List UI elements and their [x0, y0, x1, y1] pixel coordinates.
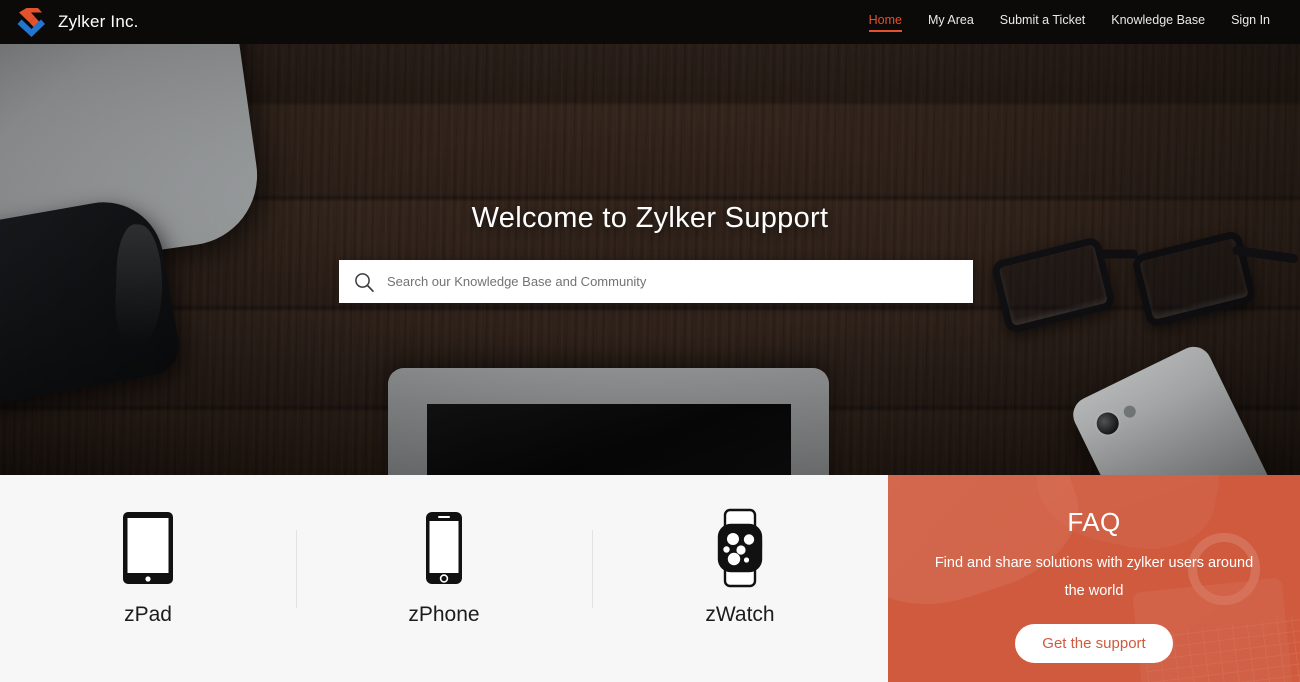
search-bar[interactable]: [339, 260, 973, 303]
hero-content: Welcome to Zylker Support: [0, 44, 1300, 475]
nav-item-submit-a-ticket[interactable]: Submit a Ticket: [1000, 13, 1085, 32]
faq-title: FAQ: [1067, 507, 1121, 537]
product-label: zPad: [124, 603, 172, 626]
get-the-support-button[interactable]: Get the support: [1015, 623, 1173, 663]
product-category-list: zPad zPhone zWatch: [0, 475, 888, 682]
search-icon: [353, 271, 375, 293]
top-navigation-bar: Zylker Inc. Home My Area Submit a Ticket…: [0, 0, 1300, 44]
product-label: zPhone: [408, 603, 480, 626]
brand-name: Zylker Inc.: [58, 12, 139, 31]
nav-item-knowledge-base[interactable]: Knowledge Base: [1111, 13, 1205, 32]
hero-section: Welcome to Zylker Support: [0, 44, 1300, 475]
nav-item-home[interactable]: Home: [868, 13, 903, 32]
brand[interactable]: Zylker Inc.: [12, 5, 139, 39]
lower-section: zPad zPhone zWatch FAQ Find and share so…: [0, 475, 1300, 682]
page-title: Welcome to Zylker Support: [471, 202, 829, 234]
product-zpad[interactable]: zPad: [0, 475, 296, 682]
search-input[interactable]: [387, 274, 959, 289]
product-label: zWatch: [705, 603, 775, 626]
faq-content: FAQ Find and share solutions with zylker…: [888, 475, 1300, 682]
product-zwatch[interactable]: zWatch: [592, 475, 888, 682]
product-zphone[interactable]: zPhone: [296, 475, 592, 682]
smartwatch-icon: [711, 507, 769, 589]
faq-panel: FAQ Find and share solutions with zylker…: [888, 475, 1300, 682]
support-portal-page: Zylker Inc. Home My Area Submit a Ticket…: [0, 0, 1300, 682]
zylker-diamond-logo-icon: [12, 5, 48, 39]
nav-item-sign-in[interactable]: Sign In: [1231, 13, 1270, 32]
nav-item-my-area[interactable]: My Area: [928, 13, 974, 32]
tablet-icon: [121, 507, 175, 589]
main-nav: Home My Area Submit a Ticket Knowledge B…: [843, 13, 1270, 32]
smartphone-icon: [424, 507, 464, 589]
faq-description: Find and share solutions with zylker use…: [934, 555, 1254, 599]
